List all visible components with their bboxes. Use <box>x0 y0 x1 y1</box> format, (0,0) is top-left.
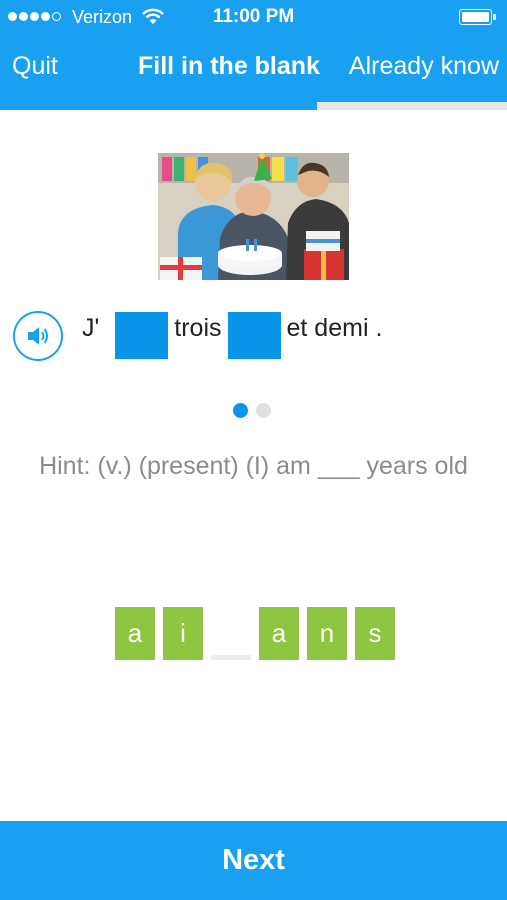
already-know-button[interactable]: Already know <box>349 52 499 81</box>
battery-level <box>462 12 489 22</box>
quit-button[interactable]: Quit <box>12 52 58 81</box>
status-time: 11:00 PM <box>212 6 295 27</box>
letter-tile[interactable]: s <box>355 607 395 660</box>
sentence-word: et demi . <box>286 314 383 342</box>
exercise-image <box>158 153 349 280</box>
sentence: J' trois et demi . <box>82 312 382 360</box>
page-title: Fill in the blank <box>138 52 320 80</box>
letter-tile[interactable]: a <box>259 607 299 660</box>
header: Verizon 11:00 PM Quit Fill in the blank … <box>0 0 507 102</box>
page-dot-active[interactable] <box>233 403 248 418</box>
letter-tile[interactable]: a <box>115 607 155 660</box>
status-bar: Verizon 11:00 PM <box>0 0 507 34</box>
sentence-word: trois <box>174 314 222 342</box>
letter-tile[interactable]: i <box>163 607 203 660</box>
letter-tiles: a i a n s <box>115 607 395 660</box>
next-button[interactable]: Next <box>0 821 507 900</box>
progress-bar-fill <box>0 102 317 110</box>
page-dot[interactable] <box>256 403 271 418</box>
battery-icon <box>459 9 492 25</box>
letter-gap <box>211 607 251 660</box>
page-indicator <box>233 403 271 418</box>
battery-tip <box>493 14 496 20</box>
hint-text: Hint: (v.) (present) (I) am ___ years ol… <box>39 452 468 480</box>
birthday-party-photo <box>158 153 349 280</box>
sentence-word: J' <box>82 314 100 342</box>
play-audio-button[interactable] <box>13 311 63 361</box>
blank-slot[interactable] <box>227 312 281 359</box>
letter-tile[interactable]: n <box>307 607 347 660</box>
speaker-icon <box>28 327 48 345</box>
blank-slot[interactable] <box>115 312 169 359</box>
progress-bar <box>0 102 507 110</box>
